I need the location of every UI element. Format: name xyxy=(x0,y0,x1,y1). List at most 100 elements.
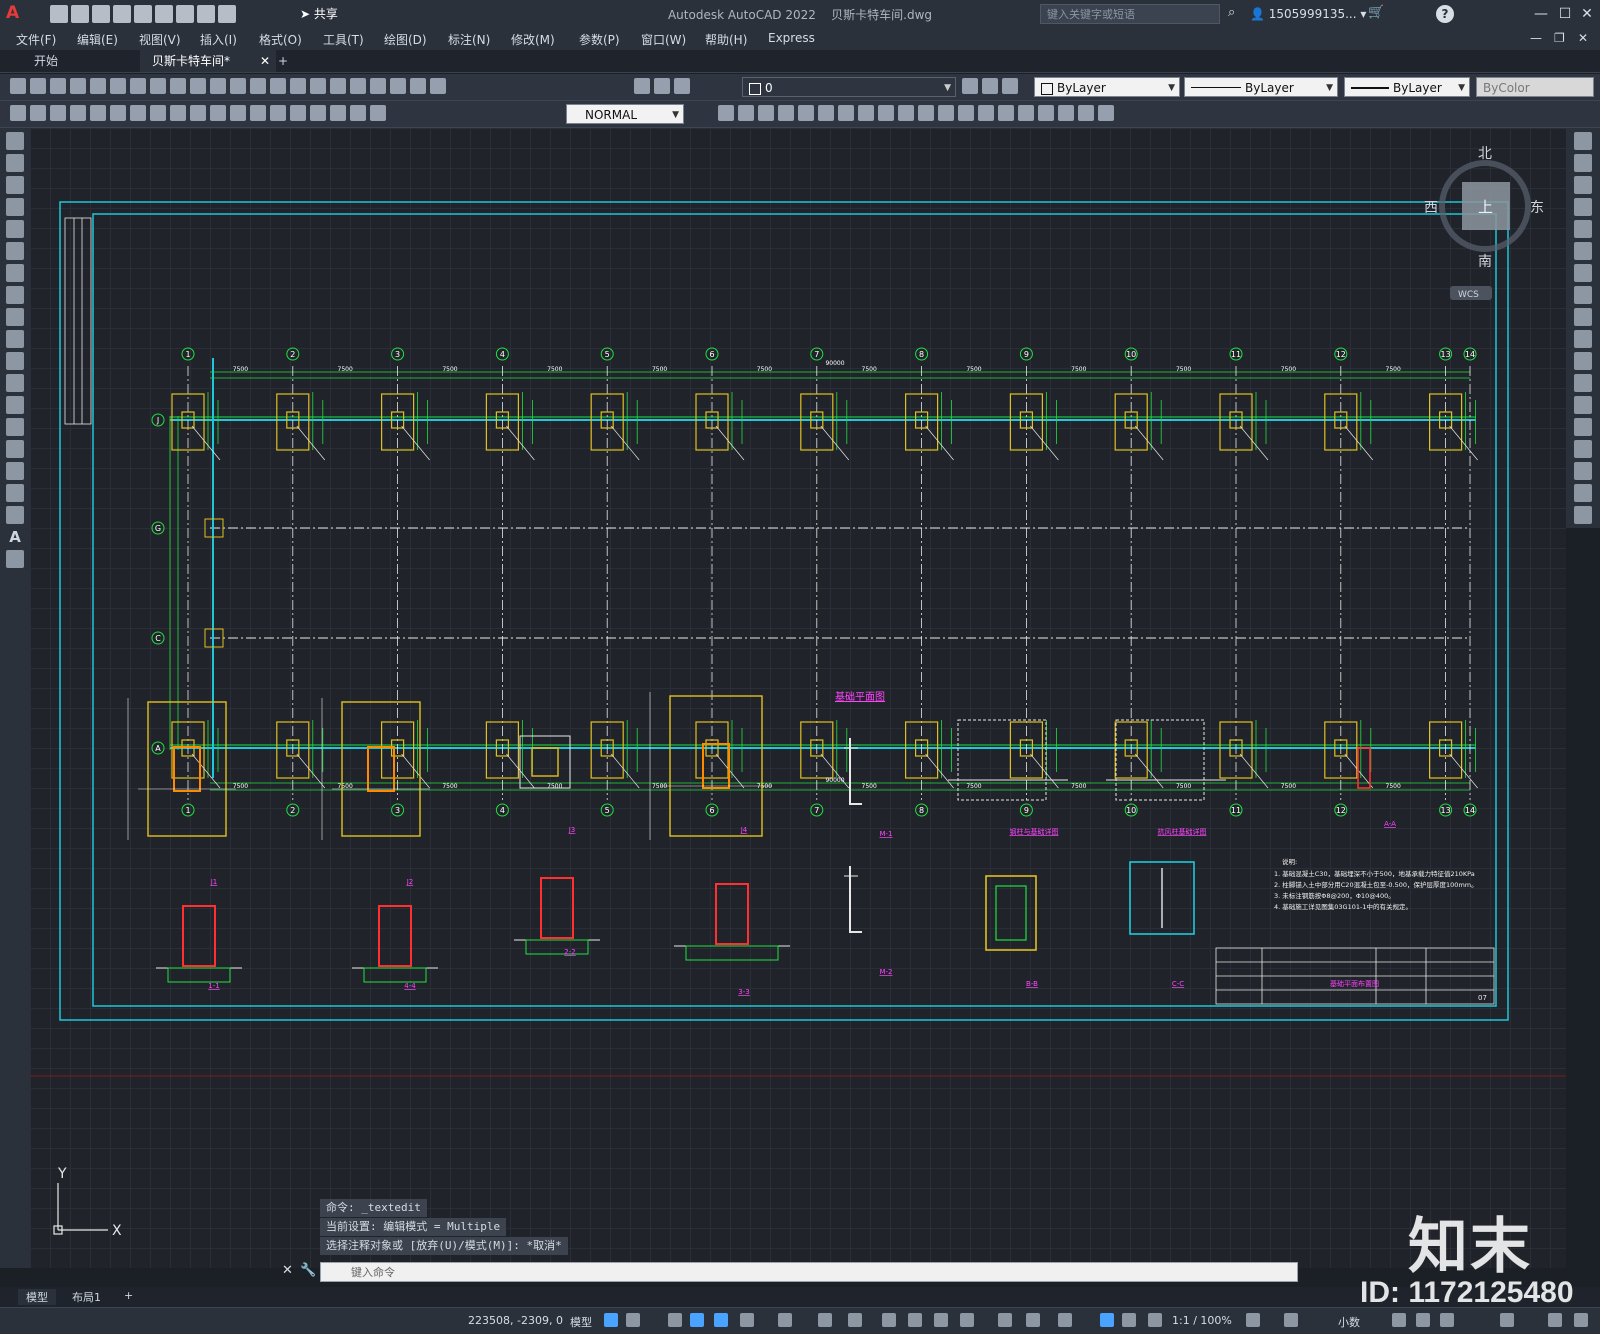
center-mark-icon[interactable] xyxy=(290,105,306,121)
app-logo[interactable]: A xyxy=(6,3,32,25)
chamfer-right-icon[interactable] xyxy=(1574,440,1592,458)
menu-file[interactable]: 文件(F) xyxy=(16,31,56,48)
trim-right-icon[interactable] xyxy=(1574,330,1592,348)
region-icon[interactable] xyxy=(1098,105,1114,121)
layer-props-icon[interactable] xyxy=(634,78,650,94)
doc-close-button[interactable]: ✕ xyxy=(1578,31,1588,45)
add-layout-button[interactable]: + xyxy=(116,1289,141,1302)
properties-icon[interactable] xyxy=(310,78,326,94)
share-button[interactable]: ➤ 共享 xyxy=(300,5,338,22)
move-icon[interactable] xyxy=(818,105,834,121)
array-icon[interactable] xyxy=(798,105,814,121)
dim-linear-icon[interactable] xyxy=(10,105,26,121)
clean-screen-icon[interactable] xyxy=(1548,1313,1562,1327)
circle-icon[interactable] xyxy=(6,264,24,282)
block-icon[interactable] xyxy=(1038,105,1054,121)
print-icon[interactable] xyxy=(70,78,86,94)
coordinates-readout[interactable]: 223508, -2309, 0 xyxy=(468,1314,563,1327)
move-right-icon[interactable] xyxy=(1574,242,1592,260)
dim-jogged-icon[interactable] xyxy=(110,105,126,121)
copy-obj-icon[interactable] xyxy=(738,105,754,121)
dim-arc-icon[interactable] xyxy=(50,105,66,121)
minimize-button[interactable]: — xyxy=(1530,4,1552,24)
isodraft-icon[interactable] xyxy=(778,1313,792,1327)
paste-icon[interactable] xyxy=(170,78,186,94)
cut-icon[interactable] xyxy=(130,78,146,94)
dynamic-ucs-icon[interactable] xyxy=(998,1313,1012,1327)
menu-modify[interactable]: 修改(M) xyxy=(511,31,555,48)
menu-window[interactable]: 窗口(W) xyxy=(641,31,686,48)
menu-dimension[interactable]: 标注(N) xyxy=(448,31,490,48)
osnap-icon[interactable] xyxy=(848,1313,862,1327)
selection-cycling-icon[interactable] xyxy=(934,1313,948,1327)
gizmo-icon[interactable] xyxy=(1058,1313,1072,1327)
annotation-scale[interactable]: 1:1 / 100% xyxy=(1172,1314,1232,1327)
quick-dim-icon[interactable] xyxy=(170,105,186,121)
polygon-icon[interactable] xyxy=(6,198,24,216)
customization-icon[interactable] xyxy=(1574,1313,1588,1327)
dim-break-icon[interactable] xyxy=(250,105,266,121)
workspace-gear-icon[interactable] xyxy=(1246,1313,1260,1327)
user-account[interactable]: 👤 1505999135... ▾ xyxy=(1250,7,1366,21)
redo-icon[interactable] xyxy=(218,5,236,23)
ellipse-icon[interactable] xyxy=(6,330,24,348)
tab-layout1[interactable]: 布局1 xyxy=(64,1289,109,1305)
gradient-icon[interactable] xyxy=(6,462,24,480)
tab-model[interactable]: 模型 xyxy=(18,1289,56,1305)
trim-icon[interactable] xyxy=(898,105,914,121)
lock-ui-icon[interactable] xyxy=(1416,1313,1430,1327)
command-close-icon[interactable]: ✕ xyxy=(282,1263,293,1278)
dim-ordinate-icon[interactable] xyxy=(70,105,86,121)
join-icon[interactable] xyxy=(958,105,974,121)
menu-tools[interactable]: 工具(T) xyxy=(323,31,364,48)
sun-icon[interactable] xyxy=(654,78,670,94)
color-dropdown[interactable]: ByLayer ▼ xyxy=(1034,77,1180,97)
undo-icon[interactable] xyxy=(197,5,215,23)
doc-minimize-button[interactable]: — xyxy=(1530,31,1542,45)
publish-icon[interactable] xyxy=(110,78,126,94)
drawing-canvas[interactable]: 1 1 7500 7500 2 2 7500 7500 3 3 7500 7500 4 4 7500 7500… xyxy=(30,128,1566,1268)
tolerance-icon[interactable] xyxy=(270,105,286,121)
help-icon[interactable]: ? xyxy=(1436,5,1454,23)
menu-format[interactable]: 格式(O) xyxy=(259,31,302,48)
fillet-icon[interactable] xyxy=(998,105,1014,121)
isolate-objects-icon[interactable] xyxy=(1440,1313,1454,1327)
rotate-right-icon[interactable] xyxy=(1574,264,1592,282)
pan-icon[interactable] xyxy=(250,78,266,94)
dim-angular-icon[interactable] xyxy=(150,105,166,121)
open-file-icon[interactable] xyxy=(30,78,46,94)
model-space-toggle[interactable]: 模型 xyxy=(570,1314,592,1330)
explode-icon[interactable] xyxy=(1018,105,1034,121)
inspect-icon[interactable] xyxy=(310,105,326,121)
dim-diameter-icon[interactable] xyxy=(130,105,146,121)
grid-icon[interactable] xyxy=(604,1313,618,1327)
preview-icon[interactable] xyxy=(90,78,106,94)
zoom-window-icon[interactable] xyxy=(290,78,306,94)
tab-drawing[interactable]: 贝斯卡特车间* ✕ xyxy=(140,50,276,72)
menu-express[interactable]: Express xyxy=(768,31,815,45)
help-tool-icon[interactable] xyxy=(430,78,446,94)
redo-tool-icon[interactable] xyxy=(230,78,246,94)
erase-icon[interactable] xyxy=(718,105,734,121)
quick-properties-icon[interactable] xyxy=(1392,1313,1406,1327)
join-right-icon[interactable] xyxy=(1574,418,1592,436)
array-right-icon[interactable] xyxy=(1574,220,1592,238)
lineweight-icon[interactable] xyxy=(882,1313,896,1327)
dim-text-edit-icon[interactable] xyxy=(350,105,366,121)
new-icon[interactable] xyxy=(50,5,68,23)
add-selected-icon[interactable] xyxy=(6,550,24,568)
annotation-monitor-icon[interactable] xyxy=(1284,1313,1298,1327)
erase-right-icon[interactable] xyxy=(1574,132,1592,150)
annotation-scale-icon[interactable] xyxy=(1148,1313,1162,1327)
viewcube-east[interactable]: 东 xyxy=(1530,200,1544,216)
break-point-icon[interactable] xyxy=(1574,374,1592,392)
scale-right-icon[interactable] xyxy=(1574,286,1592,304)
copy-icon[interactable] xyxy=(150,78,166,94)
selection-filter-icon[interactable] xyxy=(1026,1313,1040,1327)
insert-icon[interactable] xyxy=(6,374,24,392)
calculator-icon[interactable] xyxy=(410,78,426,94)
qnew-icon[interactable] xyxy=(10,78,26,94)
extend-right-icon[interactable] xyxy=(1574,352,1592,370)
command-input[interactable]: 键入命令 xyxy=(320,1262,1298,1282)
hatch-icon[interactable] xyxy=(1078,105,1094,121)
